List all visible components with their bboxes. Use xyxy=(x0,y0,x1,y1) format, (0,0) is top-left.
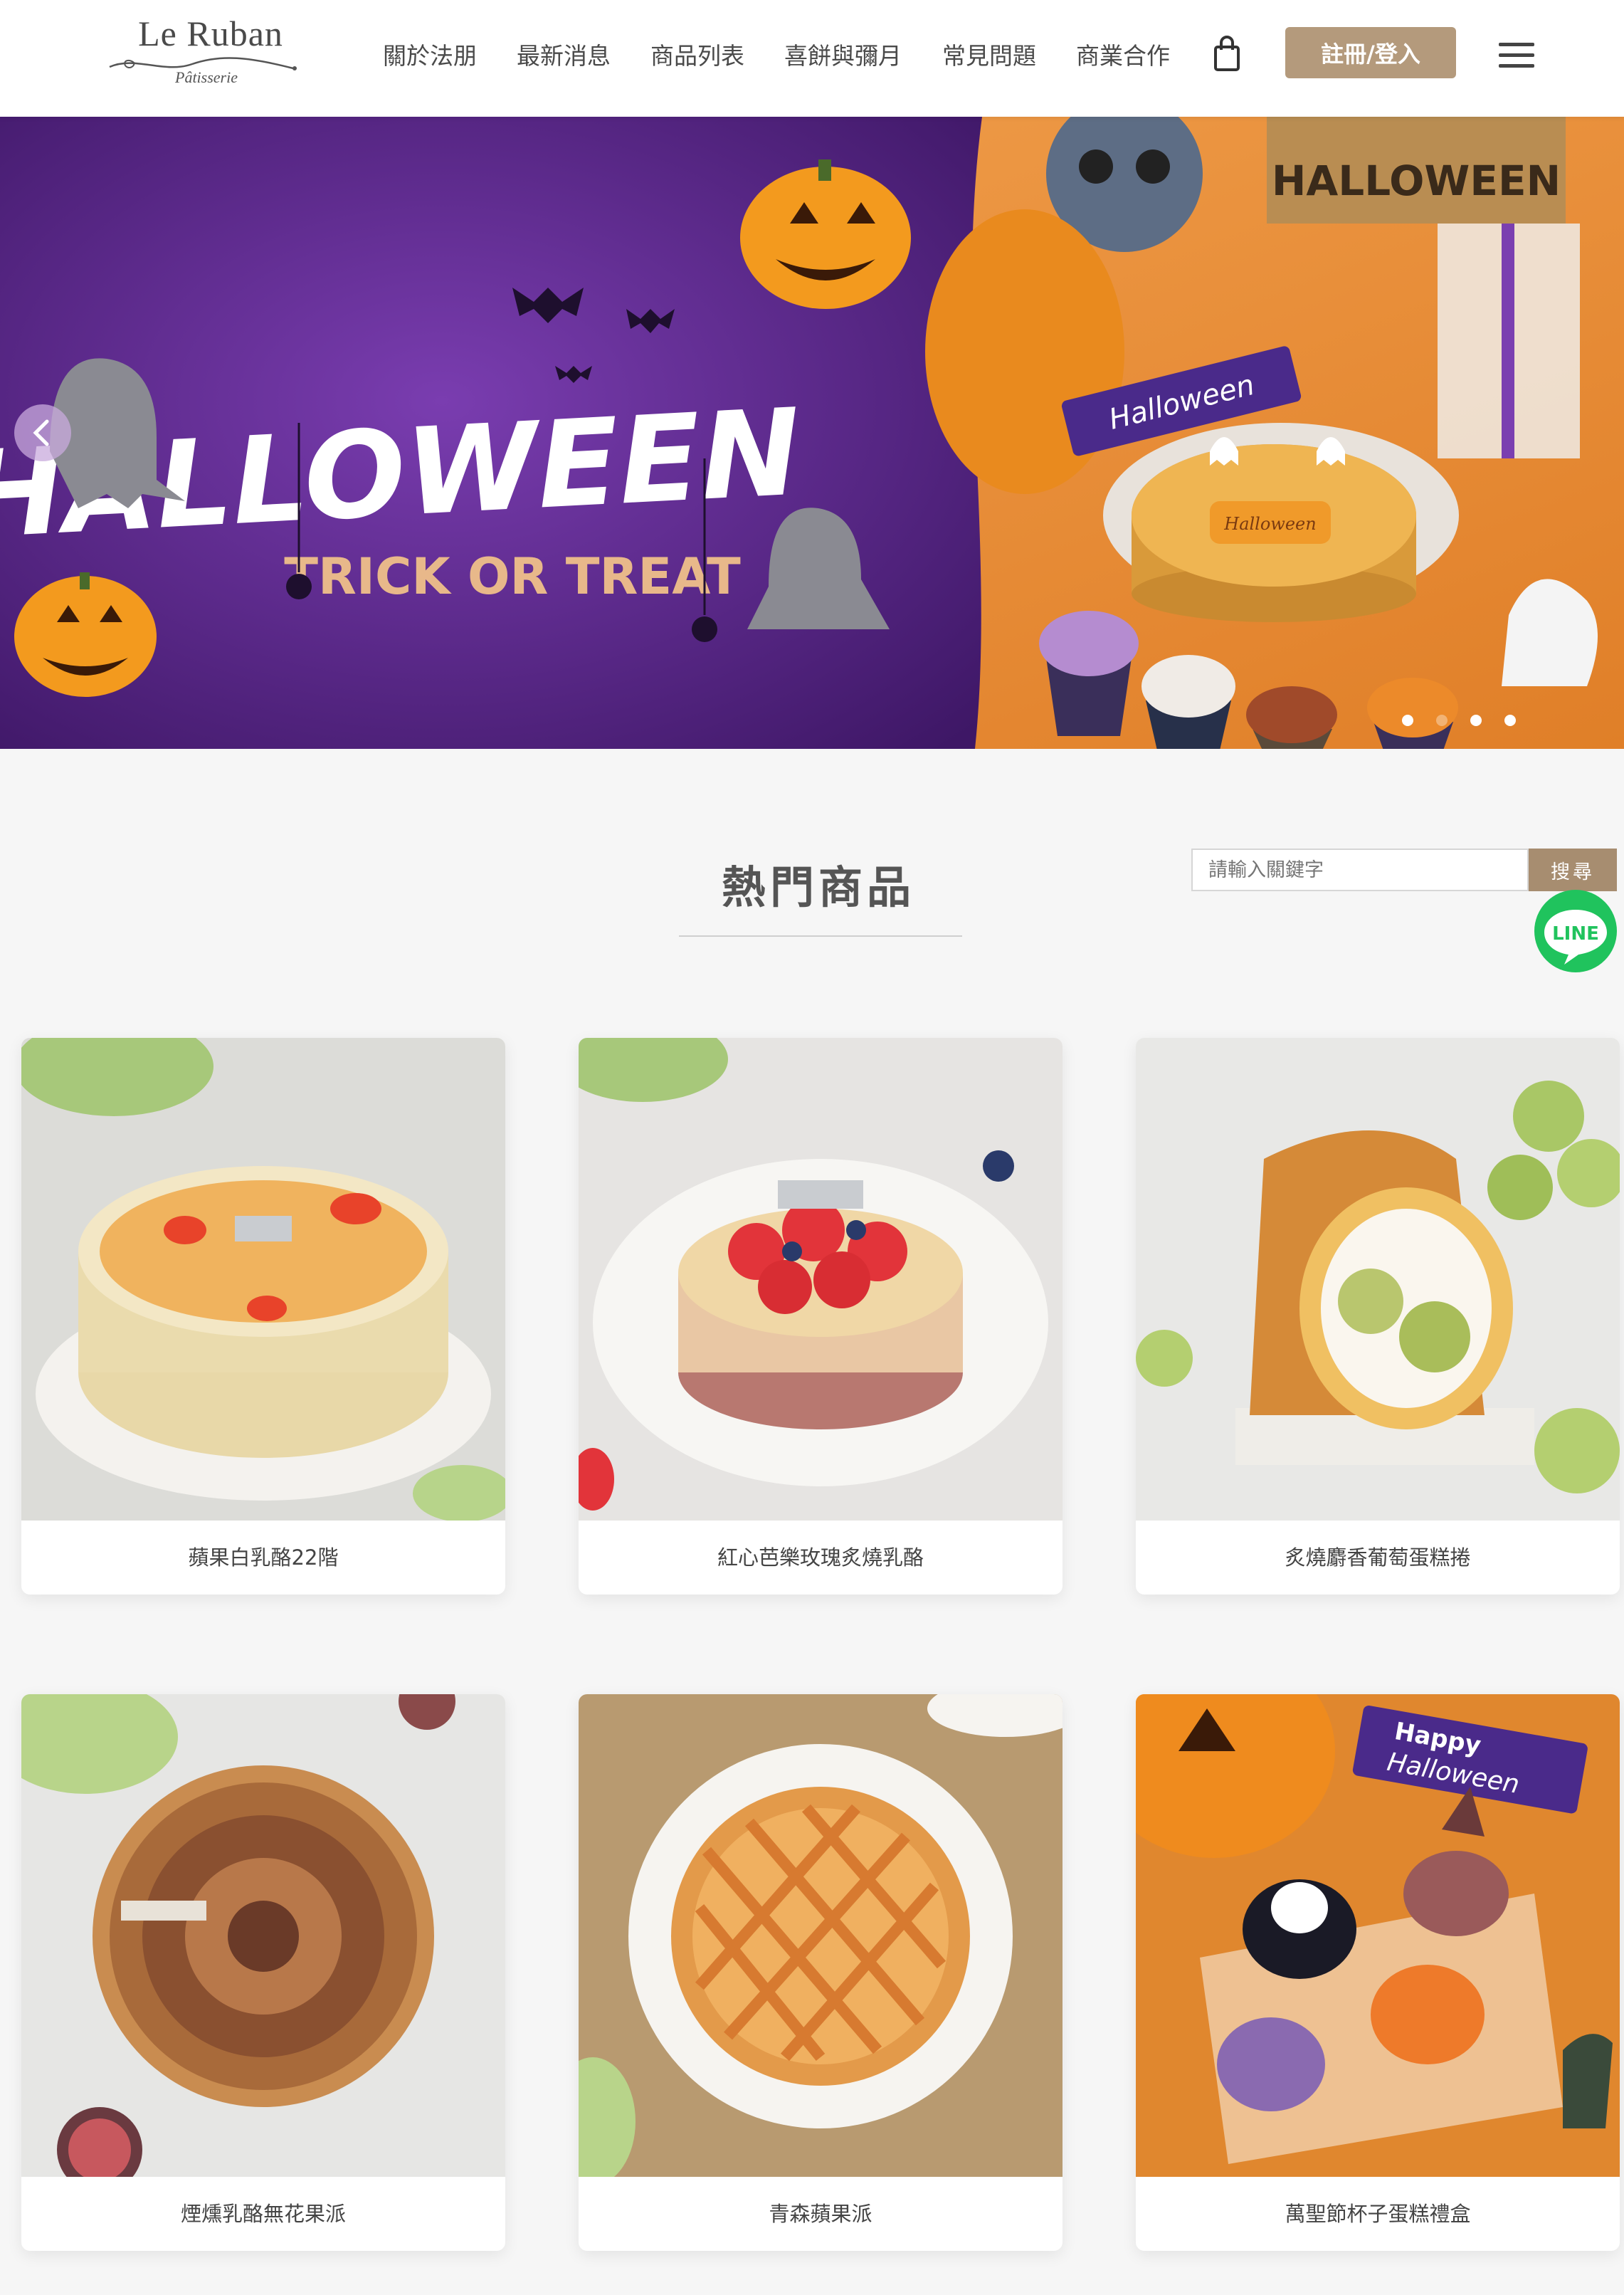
nav-item-wedding-cakes[interactable]: 喜餅與彌月 xyxy=(784,37,902,71)
hero-sign-text: HALLOWEEN xyxy=(1272,157,1561,205)
search-button[interactable]: 搜尋 xyxy=(1529,849,1617,891)
product-name[interactable]: 萬聖節杯子蛋糕禮盒 xyxy=(1136,2177,1620,2251)
shopping-bag-icon[interactable] xyxy=(1210,34,1244,74)
nav-item-about[interactable]: 關於法朋 xyxy=(383,37,477,71)
chevron-left-icon xyxy=(33,419,49,446)
product-card[interactable]: 炙燒麝香葡萄蛋糕捲 xyxy=(1136,1038,1620,1595)
hero-banner-image: HALLOWEEN Halloween Halloween HALLOWEEN … xyxy=(0,117,1624,749)
line-label: LINE xyxy=(1552,923,1599,945)
product-name[interactable]: 煙燻乳酪無花果派 xyxy=(21,2177,505,2251)
carousel-prev-button[interactable] xyxy=(14,404,71,461)
carousel-dot-1[interactable] xyxy=(1402,715,1413,726)
product-image[interactable] xyxy=(579,1038,1063,1521)
hamburger-menu-icon[interactable] xyxy=(1499,43,1534,68)
brand-logo[interactable]: Le Ruban Pâtisserie xyxy=(107,13,299,98)
brand-name: Le Ruban xyxy=(138,14,283,53)
search-input[interactable] xyxy=(1191,849,1529,891)
title-underline xyxy=(679,935,962,937)
product-card[interactable]: 青森蘋果派 xyxy=(579,1694,1063,2251)
carousel-dot-3[interactable] xyxy=(1470,715,1482,726)
line-chat-icon[interactable]: LINE xyxy=(1533,890,1618,975)
nav-item-products[interactable]: 商品列表 xyxy=(650,37,744,71)
section-title: 熱門商品 xyxy=(721,861,915,913)
hero-subtitle: TRICK OR TREAT xyxy=(284,547,741,606)
product-name[interactable]: 炙燒麝香葡萄蛋糕捲 xyxy=(1136,1521,1620,1595)
nav-item-business[interactable]: 商業合作 xyxy=(1076,37,1170,71)
site-header: Le Ruban Pâtisserie 關於法朋 最新消息 商品列表 喜餅與彌月… xyxy=(0,0,1624,117)
product-card[interactable]: 蘋果白乳酪22階 xyxy=(21,1038,505,1595)
nav-item-faq[interactable]: 常見問題 xyxy=(942,37,1036,71)
product-name[interactable]: 紅心芭樂玫瑰炙燒乳酪 xyxy=(579,1521,1063,1595)
product-image[interactable] xyxy=(579,1694,1063,2177)
product-card[interactable]: 紅心芭樂玫瑰炙燒乳酪 xyxy=(579,1038,1063,1595)
product-image[interactable] xyxy=(21,1694,505,2177)
product-card[interactable]: 煙燻乳酪無花果派 xyxy=(21,1694,505,2251)
product-name[interactable]: 青森蘋果派 xyxy=(579,2177,1063,2251)
product-image[interactable]: Happy Halloween xyxy=(1136,1694,1620,2177)
product-image[interactable] xyxy=(1136,1038,1620,1521)
product-card[interactable]: Happy Halloween 萬聖節杯子蛋糕禮盒 xyxy=(1136,1694,1620,2251)
product-image[interactable] xyxy=(21,1038,505,1521)
nav-item-news[interactable]: 最新消息 xyxy=(517,37,611,71)
carousel-dot-4[interactable] xyxy=(1504,715,1516,726)
login-register-button[interactable]: 註冊/登入 xyxy=(1285,27,1456,78)
brand-subtitle: Pâtisserie xyxy=(175,68,238,86)
product-name[interactable]: 蘋果白乳酪22階 xyxy=(21,1521,505,1595)
hero-cake-label: Halloween xyxy=(1223,514,1316,534)
carousel-dot-2[interactable] xyxy=(1436,715,1448,726)
hero-carousel[interactable]: HALLOWEEN Halloween Halloween HALLOWEEN … xyxy=(0,117,1624,749)
